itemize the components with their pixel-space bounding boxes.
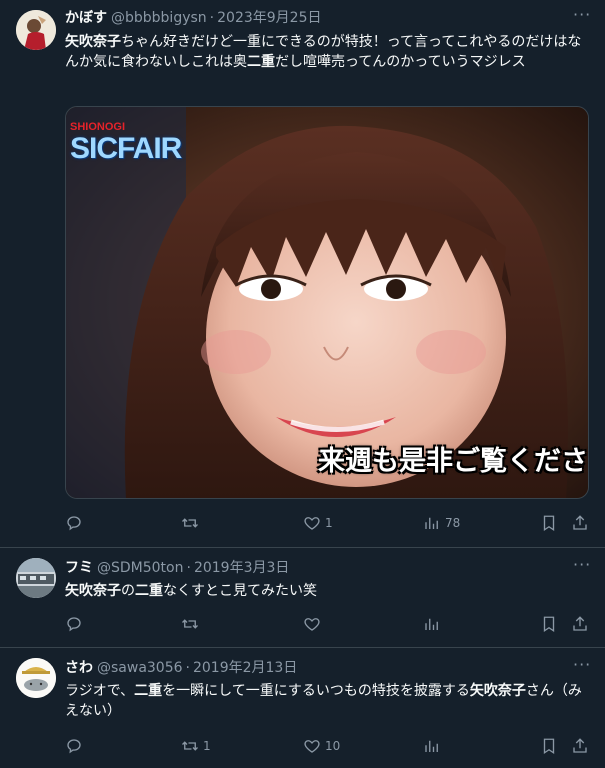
like-button[interactable]: 10 (303, 736, 340, 756)
views-icon (425, 618, 438, 630)
avatar[interactable] (16, 658, 56, 698)
tweet-actions: 1 78 (65, 513, 595, 533)
like-button[interactable]: 1 (303, 513, 333, 533)
display-name[interactable]: フミ (65, 560, 93, 576)
text-span: 二重 (247, 54, 275, 70)
more-options-icon[interactable]: ··· (573, 657, 591, 678)
photo-caption: 来週も是非ご覧ください (318, 446, 589, 477)
avatar-image (16, 558, 56, 598)
text-span: を一瞬にして一重にするいつもの特技を披露する (162, 683, 470, 699)
text-span: 二重 (135, 583, 163, 599)
heart-icon (304, 618, 320, 631)
views-icon (425, 517, 438, 529)
reply-button[interactable] (65, 736, 87, 756)
logo-main: SICFAIR (70, 132, 182, 165)
heart-icon (304, 740, 320, 753)
bookmark-icon (543, 616, 555, 633)
retweet-icon (182, 741, 198, 751)
bookmark-button[interactable] (540, 736, 558, 756)
timestamp[interactable]: 2019年3月3日 (194, 560, 289, 576)
tweet-actions: 1 10 (65, 736, 595, 756)
tweet-text: ラジオで、二重を一瞬にして一重にするいつもの特技を披露する矢吹奈子さん（みえない… (65, 681, 591, 721)
views-button[interactable]: 78 (423, 513, 460, 533)
separator: · (185, 660, 190, 676)
tweet-photo[interactable]: SHIONOGI SICFAIR 来週も是非ご覧ください (65, 106, 589, 499)
share-button[interactable] (571, 736, 589, 756)
like-button[interactable] (303, 614, 325, 634)
share-button[interactable] (571, 614, 589, 634)
reply-icon (67, 739, 81, 754)
text-span: ラジオで、 (65, 683, 135, 699)
tweet-3[interactable]: さわ @sawa3056 · 2019年2月13日 ··· ラジオで、二重を一瞬にして… (0, 648, 605, 768)
heart-icon (304, 517, 320, 530)
retweet-button[interactable] (181, 513, 203, 533)
retweet-icon (182, 518, 198, 528)
tweet-header: フミ @SDM50ton · 2019年3月3日 (65, 558, 565, 578)
display-name[interactable]: さわ (65, 660, 93, 676)
avatar[interactable] (16, 558, 56, 598)
photo-logo: SHIONOGI SICFAIR (70, 121, 182, 165)
views-icon (425, 740, 438, 752)
avatar-image (16, 658, 56, 698)
separator: · (209, 10, 215, 26)
more-options-icon[interactable]: ··· (573, 7, 591, 28)
handle[interactable]: @sawa3056 (97, 660, 183, 676)
like-count: 1 (325, 516, 333, 530)
text-span: だし喧嘩売ってんのかっていうマジレス (275, 54, 526, 70)
bookmark-icon (543, 515, 555, 532)
handle[interactable]: @SDM50ton (97, 560, 184, 576)
tweet-actions (65, 614, 595, 634)
retweet-button[interactable] (181, 614, 203, 634)
timestamp[interactable]: 2023年9月25日 (217, 10, 321, 26)
text-span: 矢吹奈子 (65, 583, 121, 599)
tweet-2[interactable]: フミ @SDM50ton · 2019年3月3日 ··· 矢吹奈子の二重なくすとこ見て… (0, 548, 605, 648)
text-span: 二重 (134, 683, 163, 699)
timestamp[interactable]: 2019年2月13日 (193, 660, 297, 676)
text-span: 矢吹奈子 (65, 34, 121, 50)
share-icon (573, 738, 587, 753)
tweet-text: 矢吹奈子の二重なくすとこ見てみたい笑 (65, 581, 591, 601)
reply-button[interactable] (65, 614, 87, 634)
text-span: 矢吹奈子 (469, 683, 526, 699)
bookmark-button[interactable] (540, 614, 558, 634)
tweet-header: かぼす @bbbbbigysn · 2023年9月25日 (65, 8, 565, 28)
share-icon (573, 616, 587, 631)
separator: · (186, 560, 191, 576)
more-options-icon[interactable]: ··· (573, 557, 591, 578)
tweet-text: 矢吹奈子ちゃん好きだけど一重にできるのが特技！って言ってこれやるのだけはなんか気… (65, 32, 591, 72)
tweet-1[interactable]: かぼす @bbbbbigysn · 2023年9月25日 ··· 矢吹奈子ちゃん好きだ… (0, 0, 605, 548)
share-button[interactable] (571, 513, 589, 533)
retweet-button[interactable]: 1 (181, 736, 211, 756)
reply-icon (67, 617, 81, 632)
retweet-icon (182, 619, 198, 629)
bookmark-icon (543, 738, 555, 755)
text-span: なくすとこ見てみたい笑 (163, 583, 317, 599)
views-button[interactable] (423, 736, 445, 756)
retweet-count: 1 (203, 739, 211, 753)
reply-button[interactable] (65, 513, 87, 533)
bookmark-button[interactable] (540, 513, 558, 533)
reply-icon (67, 516, 81, 531)
like-count: 10 (325, 739, 341, 753)
views-count: 78 (445, 516, 461, 530)
text-span: の (121, 583, 135, 599)
avatar-image (16, 10, 56, 50)
display-name[interactable]: かぼす (65, 10, 107, 26)
share-icon (573, 515, 587, 530)
tweet-header: さわ @sawa3056 · 2019年2月13日 (65, 658, 565, 678)
views-button[interactable] (423, 614, 445, 634)
avatar[interactable] (16, 10, 56, 50)
handle[interactable]: @bbbbbigysn (111, 10, 207, 26)
